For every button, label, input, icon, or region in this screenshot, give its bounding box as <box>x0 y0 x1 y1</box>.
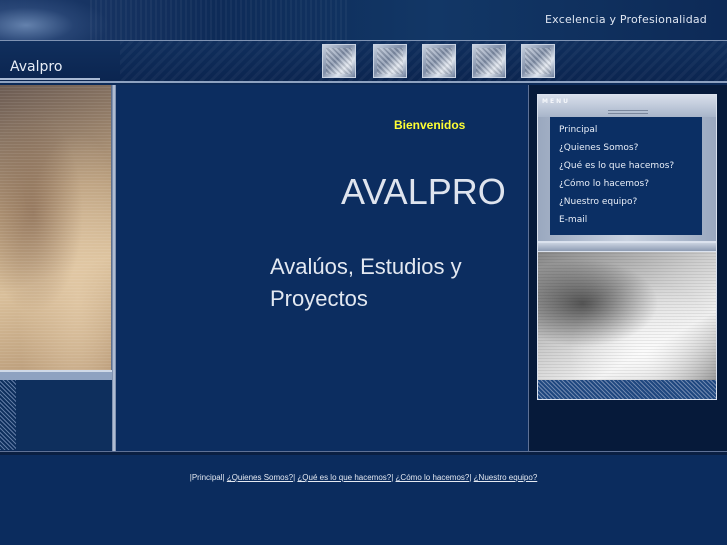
photo-pattern-strip <box>537 380 717 400</box>
footer: |Principal| ¿Quienes Somos?| ¿Qué es lo … <box>0 455 727 545</box>
welcome-text: Bienvenidos <box>394 118 466 132</box>
header-thumbnail-image <box>373 44 407 78</box>
menu-panel: MENU Principal ¿Quienes Somos? ¿Qué es l… <box>537 94 717 242</box>
page-title: AVALPRO <box>341 171 506 212</box>
brand-underline <box>0 78 100 80</box>
header-thumbnail-image <box>472 44 506 78</box>
menu-list: Principal ¿Quienes Somos? ¿Qué es lo que… <box>550 117 702 235</box>
brand-name: Avalpro <box>10 59 63 75</box>
header-thumbnail-image <box>521 44 555 78</box>
menu-item-principal[interactable]: Principal <box>550 121 702 139</box>
header-thumbnail-image <box>422 44 456 78</box>
tagline: Excelencia y Profesionalidad <box>545 13 707 26</box>
footer-link-nuestro-equipo[interactable]: ¿Nuestro equipo? <box>474 473 538 482</box>
menu-header: MENU <box>538 95 716 117</box>
menu-grip-handle <box>608 110 648 114</box>
menu-item-quienes-somos[interactable]: ¿Quienes Somos? <box>550 139 702 157</box>
menu-title: MENU <box>542 98 570 105</box>
brand-bar: Avalpro <box>0 41 727 83</box>
footer-link-que-hacemos[interactable]: ¿Qué es lo que hacemos? <box>297 473 391 482</box>
footer-link-como-hacemos[interactable]: ¿Cómo lo hacemos? <box>396 473 470 482</box>
menu-item-como-hacemos[interactable]: ¿Cómo lo hacemos? <box>550 175 702 193</box>
left-lower-panel <box>0 380 112 450</box>
footer-current-page: |Principal| <box>189 473 225 482</box>
page-subtitle: Avalúos, Estudios y Proyectos <box>270 254 462 311</box>
header-thumbnail-image <box>322 44 356 78</box>
menu-item-nuestro-equipo[interactable]: ¿Nuestro equipo? <box>550 193 702 211</box>
menu-item-email[interactable]: E-mail <box>550 211 702 229</box>
menu-bottom-bar <box>537 242 717 252</box>
top-banner: Excelencia y Profesionalidad <box>0 0 727 41</box>
footer-link-quienes-somos[interactable]: ¿Quienes Somos? <box>227 473 293 482</box>
dot-pattern <box>0 380 16 450</box>
left-decorative-photo <box>0 85 112 370</box>
banner-texture <box>90 0 350 40</box>
main-content: Bienvenidos AVALPRO Avalúos, Estudios y … <box>116 85 528 451</box>
left-divider <box>0 370 112 380</box>
footer-nav: |Principal| ¿Quienes Somos?| ¿Qué es lo … <box>0 473 727 482</box>
menu-item-que-hacemos[interactable]: ¿Qué es lo que hacemos? <box>550 157 702 175</box>
right-decorative-photo <box>537 252 717 380</box>
